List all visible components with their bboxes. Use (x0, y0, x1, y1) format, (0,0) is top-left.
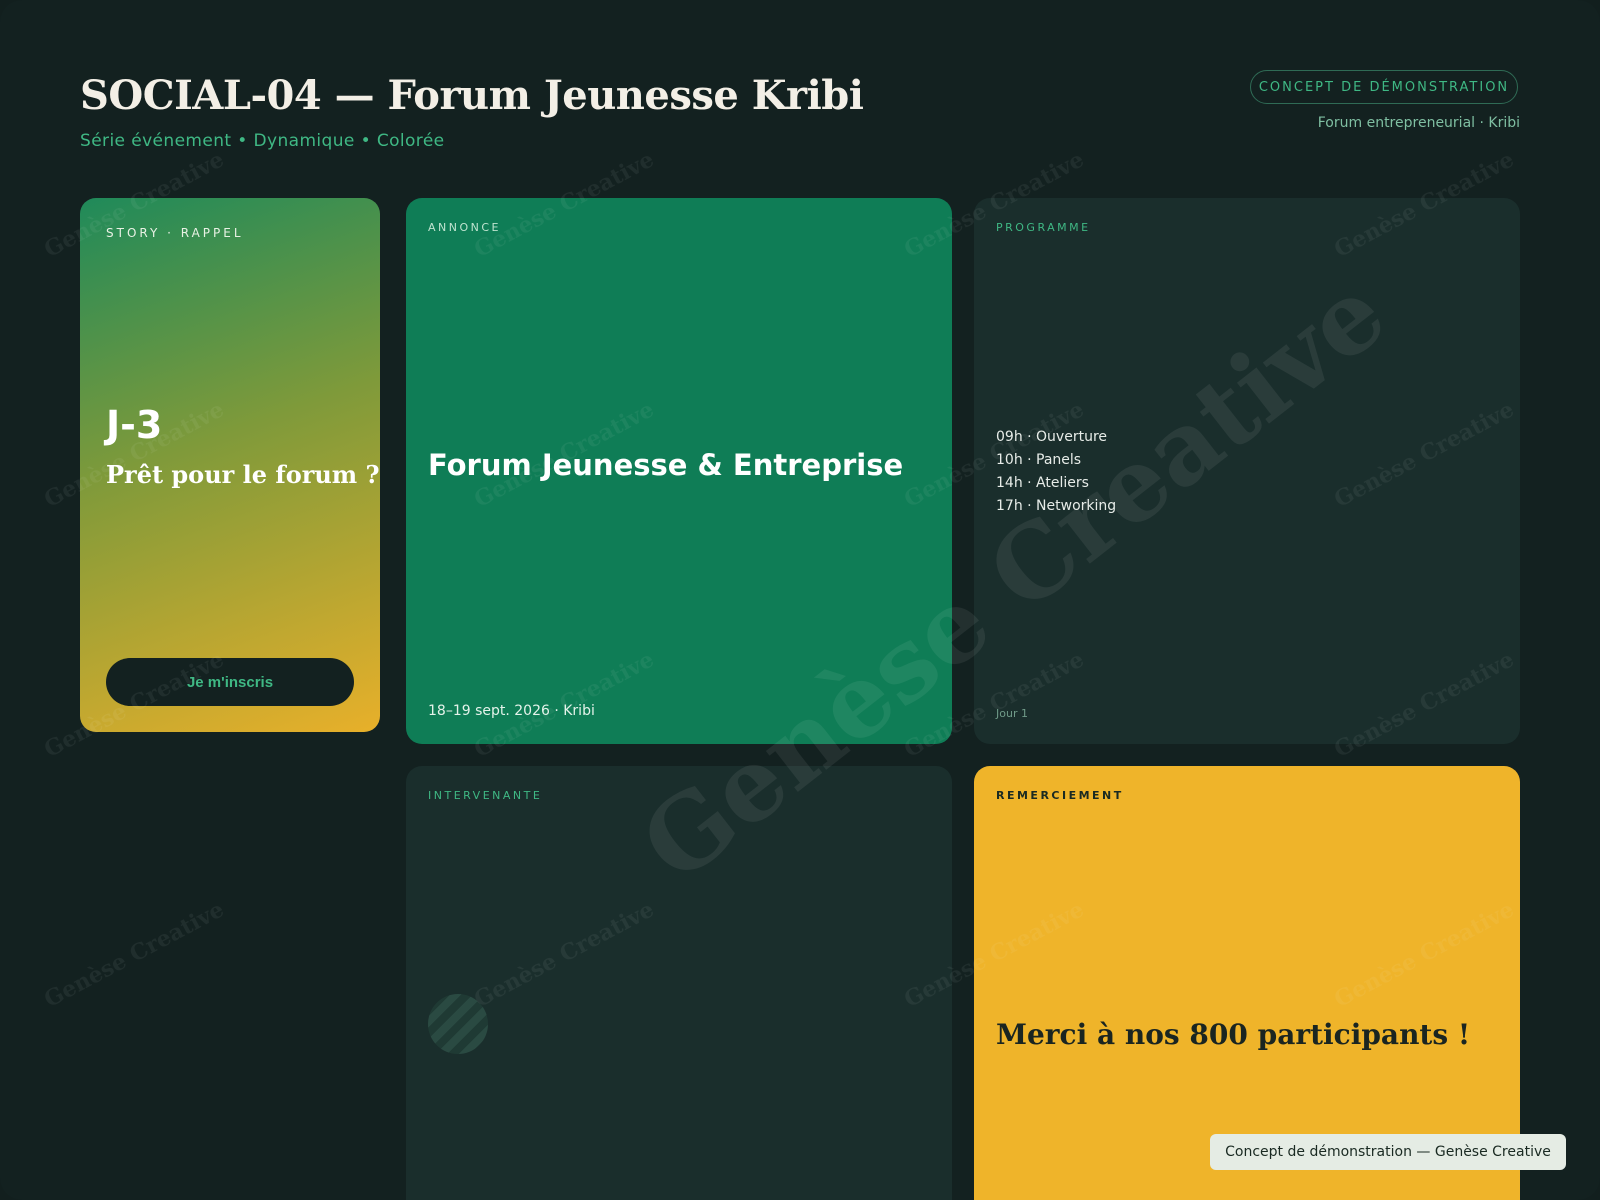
header-meta: Forum entrepreneurial · Kribi (1317, 115, 1520, 131)
programme-day: Jour 1 (996, 707, 1028, 720)
annonce-label: ANNONCE (428, 221, 501, 234)
intervenante-label: INTERVENANTE (428, 789, 543, 802)
annonce-date: 18–19 sept. 2026 · Kribi (428, 703, 595, 719)
story-countdown: J-3 (106, 403, 163, 447)
programme-item: 09h · Ouverture (996, 429, 1108, 445)
page-title: SOCIAL-04 — Forum Jeunesse Kribi (80, 72, 864, 119)
avatar-placeholder-icon (428, 994, 488, 1054)
intervenante-card: INTERVENANTE (406, 766, 952, 1200)
demo-toast: Concept de démonstration — Genèse Creati… (1210, 1134, 1566, 1170)
watermark: Genèse Creative (40, 896, 229, 1013)
annonce-title: Forum Jeunesse & Entreprise (428, 448, 904, 482)
page-frame: SOCIAL-04 — Forum Jeunesse Kribi Série é… (0, 0, 1600, 1200)
register-button[interactable]: Je m'inscris (106, 658, 354, 706)
programme-item: 14h · Ateliers (996, 475, 1089, 491)
programme-item: 10h · Panels (996, 452, 1082, 468)
page-subtitle: Série événement • Dynamique • Colorée (80, 131, 445, 151)
story-text: Prêt pour le forum ? (106, 460, 380, 489)
story-card: STORY · RAPPEL J-3 Prêt pour le forum ? … (80, 198, 380, 732)
annonce-card: ANNONCE Forum Jeunesse & Entreprise 18–1… (406, 198, 952, 744)
story-label: STORY · RAPPEL (106, 226, 244, 240)
remerciement-text: Merci à nos 800 participants ! (996, 1018, 1471, 1051)
programme-item: 17h · Networking (996, 498, 1117, 514)
programme-list: 09h · Ouverture 10h · Panels 14h · Ateli… (996, 426, 1116, 518)
remerciement-label: REMERCIEMENT (996, 789, 1124, 802)
programme-label: PROGRAMME (996, 221, 1091, 234)
programme-card: PROGRAMME 09h · Ouverture 10h · Panels 1… (974, 198, 1520, 744)
demo-concept-badge: CONCEPT DE DÉMONSTRATION (1250, 70, 1518, 104)
